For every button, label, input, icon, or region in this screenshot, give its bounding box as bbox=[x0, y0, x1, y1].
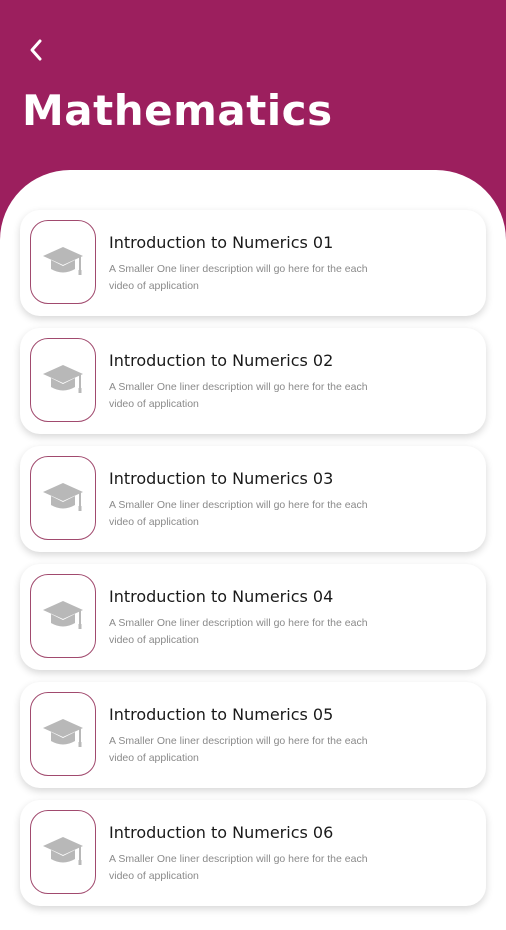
video-card[interactable]: Introduction to Numerics 02 A Smaller On… bbox=[20, 328, 486, 434]
video-thumbnail bbox=[30, 338, 96, 422]
video-description: A Smaller One liner description will go … bbox=[109, 381, 368, 410]
graduation-cap-icon bbox=[43, 483, 83, 511]
video-thumbnail bbox=[30, 456, 96, 540]
video-title: Introduction to Numerics 04 bbox=[109, 587, 334, 606]
video-title: Introduction to Numerics 03 bbox=[109, 469, 334, 488]
video-description: A Smaller One liner description will go … bbox=[109, 263, 368, 292]
video-thumbnail bbox=[30, 220, 96, 304]
chevron-left-icon bbox=[30, 39, 42, 61]
video-list: Introduction to Numerics 01 A Smaller On… bbox=[20, 210, 486, 918]
graduation-cap-icon bbox=[43, 837, 83, 865]
video-title: Introduction to Numerics 01 bbox=[109, 233, 334, 252]
video-card[interactable]: Introduction to Numerics 06 A Smaller On… bbox=[20, 800, 486, 906]
video-card[interactable]: Introduction to Numerics 04 A Smaller On… bbox=[20, 564, 486, 670]
graduation-cap-icon bbox=[43, 719, 83, 747]
video-description: A Smaller One liner description will go … bbox=[109, 853, 368, 882]
back-button[interactable] bbox=[22, 36, 50, 64]
video-description: A Smaller One liner description will go … bbox=[109, 499, 368, 528]
video-thumbnail bbox=[30, 574, 96, 658]
video-title: Introduction to Numerics 02 bbox=[109, 351, 334, 370]
graduation-cap-icon bbox=[43, 601, 83, 629]
graduation-cap-icon bbox=[43, 247, 83, 275]
video-card[interactable]: Introduction to Numerics 01 A Smaller On… bbox=[20, 210, 486, 316]
video-title: Introduction to Numerics 05 bbox=[109, 705, 334, 724]
video-thumbnail bbox=[30, 810, 96, 894]
video-thumbnail bbox=[30, 692, 96, 776]
page-title: Mathematics bbox=[22, 86, 333, 135]
video-card[interactable]: Introduction to Numerics 05 A Smaller On… bbox=[20, 682, 486, 788]
video-title: Introduction to Numerics 06 bbox=[109, 823, 334, 842]
video-card[interactable]: Introduction to Numerics 03 A Smaller On… bbox=[20, 446, 486, 552]
video-description: A Smaller One liner description will go … bbox=[109, 617, 368, 646]
graduation-cap-icon bbox=[43, 365, 83, 393]
video-description: A Smaller One liner description will go … bbox=[109, 735, 368, 764]
